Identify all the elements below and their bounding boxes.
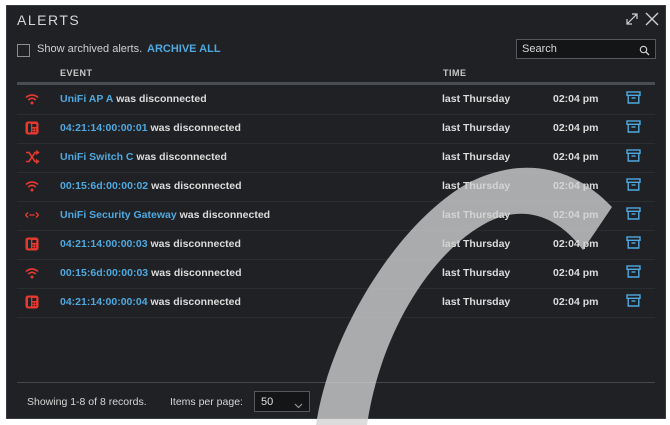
alert-time: 02:04 pm: [553, 93, 599, 105]
alert-day: last Thursday: [442, 93, 511, 105]
alert-day: last Thursday: [442, 238, 511, 250]
archive-icon[interactable]: [626, 264, 641, 279]
gateway-icon: [24, 207, 40, 223]
device-link[interactable]: 00:15:6d:00:00:03: [60, 267, 148, 279]
alert-row[interactable]: 00:15:6d:00:00:02 was disconnected last T…: [17, 172, 655, 202]
alert-event: 00:15:6d:00:00:02 was disconnected: [60, 180, 242, 192]
event-text: was disconnected: [150, 296, 241, 308]
show-archived-checkbox[interactable]: [17, 44, 30, 57]
chevron-down-icon: [294, 397, 303, 409]
alert-row[interactable]: UniFi AP A was disconnected last Thursday…: [17, 85, 655, 115]
alert-day: last Thursday: [442, 209, 511, 221]
alert-day: last Thursday: [442, 122, 511, 134]
phone-icon: [24, 294, 40, 310]
alert-event: 04:21:14:00:00:04 was disconnected: [60, 296, 241, 308]
toolbar: Show archived alerts. ARCHIVE ALL: [7, 36, 665, 66]
event-text: was disconnected: [150, 122, 241, 134]
event-text: was disconnected: [179, 209, 271, 221]
column-header-event[interactable]: EVENT: [60, 68, 93, 78]
phone-icon: [24, 236, 40, 252]
alert-day: last Thursday: [442, 296, 511, 308]
search-icon[interactable]: [639, 43, 650, 56]
records-count: Showing 1-8 of 8 records.: [27, 396, 147, 408]
footer-divider: [17, 382, 655, 383]
device-link[interactable]: UniFi AP A: [60, 93, 113, 105]
alert-row[interactable]: UniFi Security Gateway was disconnected l…: [17, 201, 655, 231]
items-per-page-value: 50: [261, 396, 274, 408]
event-text: was disconnected: [151, 180, 242, 192]
table-header: EVENT TIME: [17, 66, 655, 82]
event-text: was disconnected: [116, 93, 207, 105]
alert-event: UniFi AP A was disconnected: [60, 93, 207, 105]
archive-icon[interactable]: [626, 293, 641, 308]
alert-event: 04:21:14:00:00:03 was disconnected: [60, 238, 241, 250]
alert-row[interactable]: 04:21:14:00:00:01 was disconnected last T…: [17, 114, 655, 144]
alert-time: 02:04 pm: [553, 122, 599, 134]
alert-day: last Thursday: [442, 267, 511, 279]
alert-event: UniFi Security Gateway was disconnected: [60, 209, 270, 221]
archive-icon[interactable]: [626, 148, 641, 163]
archive-icon[interactable]: [626, 235, 641, 250]
wifi-icon: [24, 91, 40, 107]
device-link[interactable]: 00:15:6d:00:00:02: [60, 180, 148, 192]
archive-icon[interactable]: [626, 90, 641, 105]
phone-icon: [24, 120, 40, 136]
column-header-time[interactable]: TIME: [443, 68, 467, 78]
alert-day: last Thursday: [442, 180, 511, 192]
archive-icon[interactable]: [626, 119, 641, 134]
event-text: was disconnected: [151, 267, 242, 279]
archive-icon[interactable]: [626, 177, 641, 192]
alert-time: 02:04 pm: [553, 180, 599, 192]
alert-event: 00:15:6d:00:00:03 was disconnected: [60, 267, 242, 279]
window-title: ALERTS: [17, 12, 81, 28]
device-link[interactable]: UniFi Switch C: [60, 151, 134, 163]
switch-icon: [24, 149, 40, 165]
alerts-panel: ALERTS Show archived alerts. ARCHIVE ALL…: [6, 5, 666, 419]
title-bar: ALERTS: [7, 6, 665, 36]
alert-time: 02:04 pm: [553, 267, 599, 279]
device-link[interactable]: 04:21:14:00:00:01: [60, 122, 148, 134]
show-archived-label: Show archived alerts.: [37, 43, 143, 55]
alert-time: 02:04 pm: [553, 296, 599, 308]
items-per-page-select[interactable]: 50: [254, 391, 310, 412]
archive-all-button[interactable]: ARCHIVE ALL: [147, 43, 221, 55]
alert-row[interactable]: 04:21:14:00:00:04 was disconnected last T…: [17, 288, 655, 318]
device-link[interactable]: 04:21:14:00:00:03: [60, 238, 148, 250]
alert-time: 02:04 pm: [553, 151, 599, 163]
event-text: was disconnected: [136, 151, 227, 163]
alert-time: 02:04 pm: [553, 238, 599, 250]
wifi-icon: [24, 178, 40, 194]
alert-row[interactable]: 00:15:6d:00:00:03 was disconnected last T…: [17, 259, 655, 289]
wifi-icon: [24, 265, 40, 281]
event-text: was disconnected: [150, 238, 241, 250]
search-box: [516, 39, 656, 59]
close-icon[interactable]: [643, 10, 661, 28]
alert-row[interactable]: UniFi Switch C was disconnected last Thur…: [17, 143, 655, 173]
archive-icon[interactable]: [626, 206, 641, 221]
device-link[interactable]: UniFi Security Gateway: [60, 209, 177, 221]
alert-event: 04:21:14:00:00:01 was disconnected: [60, 122, 241, 134]
alert-time: 02:04 pm: [553, 209, 599, 221]
search-input[interactable]: [517, 40, 637, 58]
alert-row[interactable]: 04:21:14:00:00:03 was disconnected last T…: [17, 230, 655, 260]
alert-day: last Thursday: [442, 151, 511, 163]
expand-icon[interactable]: [623, 10, 641, 28]
items-per-page-label: Items per page:: [170, 396, 243, 408]
alert-event: UniFi Switch C was disconnected: [60, 151, 227, 163]
device-link[interactable]: 04:21:14:00:00:04: [60, 296, 148, 308]
